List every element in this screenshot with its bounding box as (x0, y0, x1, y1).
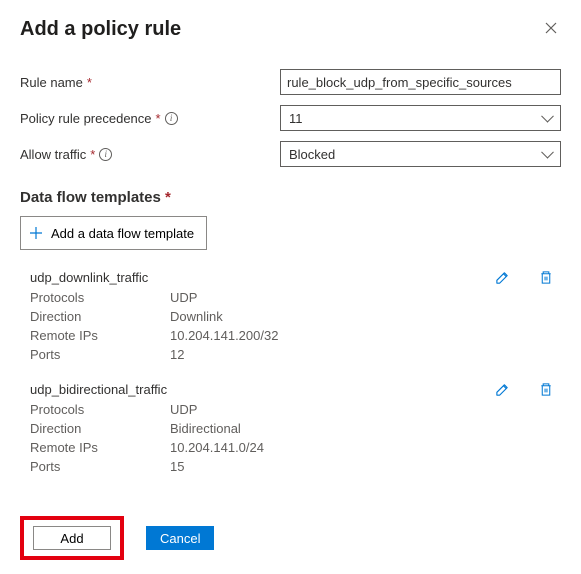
cancel-button[interactable]: Cancel (146, 526, 214, 550)
field-label-protocols: Protocols (30, 290, 170, 305)
required-asterisk: * (87, 75, 92, 90)
trash-icon (539, 270, 553, 285)
plus-icon (29, 226, 43, 240)
precedence-label-text: Policy rule precedence (20, 111, 152, 126)
field-label-direction: Direction (30, 309, 170, 324)
template-protocols: UDP (170, 402, 197, 417)
field-label-protocols: Protocols (30, 402, 170, 417)
pencil-icon (495, 270, 510, 285)
field-label-ports: Ports (30, 347, 170, 362)
panel-title: Add a policy rule (20, 18, 181, 41)
precedence-label: Policy rule precedence * i (20, 111, 280, 126)
add-policy-rule-panel: Add a policy rule Rule name * Policy rul… (0, 0, 581, 574)
delete-template-button[interactable] (537, 268, 555, 286)
template-remote-ips: 10.204.141.0/24 (170, 440, 264, 455)
template-remote-ips: 10.204.141.200/32 (170, 328, 278, 343)
template-ports: 15 (170, 459, 184, 474)
precedence-value: 11 (289, 111, 303, 126)
edit-template-button[interactable] (493, 268, 511, 286)
trash-icon (539, 382, 553, 397)
field-label-remote-ips: Remote IPs (30, 440, 170, 455)
template-name: udp_downlink_traffic (30, 270, 493, 285)
cancel-button-label: Cancel (160, 531, 200, 546)
templates-section-title-text: Data flow templates (20, 189, 161, 206)
add-button[interactable]: Add (33, 526, 111, 550)
allow-traffic-row: Allow traffic * i Blocked (20, 141, 561, 167)
allow-traffic-select[interactable]: Blocked (280, 141, 561, 167)
data-flow-template: udp_bidirectional_traffic ProtocolsUDP D… (20, 380, 561, 474)
precedence-row: Policy rule precedence * i 11 (20, 105, 561, 131)
add-data-flow-template-button[interactable]: Add a data flow template (20, 216, 207, 250)
template-direction: Downlink (170, 309, 223, 324)
info-icon[interactable]: i (165, 112, 178, 125)
panel-header: Add a policy rule (20, 18, 561, 41)
add-template-label: Add a data flow template (51, 226, 194, 241)
allow-traffic-label: Allow traffic * i (20, 147, 280, 162)
required-asterisk: * (90, 147, 95, 162)
template-name: udp_bidirectional_traffic (30, 382, 493, 397)
template-direction: Bidirectional (170, 421, 241, 436)
templates-section-title: Data flow templates * (20, 189, 561, 206)
edit-template-button[interactable] (493, 380, 511, 398)
required-asterisk: * (165, 189, 171, 206)
highlight-box: Add (20, 516, 124, 560)
template-ports: 12 (170, 347, 184, 362)
field-label-direction: Direction (30, 421, 170, 436)
delete-template-button[interactable] (537, 380, 555, 398)
rule-name-row: Rule name * (20, 69, 561, 95)
field-label-remote-ips: Remote IPs (30, 328, 170, 343)
required-asterisk: * (156, 111, 161, 126)
template-protocols: UDP (170, 290, 197, 305)
data-flow-template: udp_downlink_traffic ProtocolsUDP Direct… (20, 268, 561, 362)
allow-traffic-value: Blocked (289, 147, 335, 162)
close-icon (545, 22, 557, 34)
allow-traffic-label-text: Allow traffic (20, 147, 86, 162)
field-label-ports: Ports (30, 459, 170, 474)
close-button[interactable] (541, 18, 561, 38)
panel-footer: Add Cancel (20, 516, 214, 560)
rule-name-input[interactable] (280, 69, 561, 95)
precedence-select[interactable]: 11 (280, 105, 561, 131)
rule-name-label: Rule name * (20, 75, 280, 90)
rule-name-label-text: Rule name (20, 75, 83, 90)
info-icon[interactable]: i (99, 148, 112, 161)
pencil-icon (495, 382, 510, 397)
add-button-label: Add (60, 531, 83, 546)
